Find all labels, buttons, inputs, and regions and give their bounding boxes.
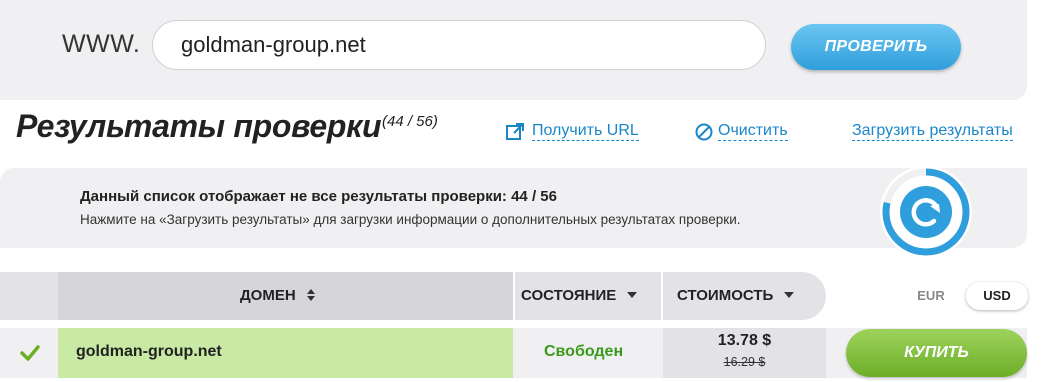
price-column-header[interactable]: СТОИМОСТЬ bbox=[677, 272, 795, 320]
clear-link[interactable]: Очистить bbox=[718, 121, 788, 141]
column-divider bbox=[513, 272, 515, 320]
www-prefix-label: WWW. bbox=[62, 30, 141, 58]
results-count: (44 / 56) bbox=[382, 113, 438, 130]
domain-search-input[interactable] bbox=[152, 20, 766, 70]
external-link-icon[interactable] bbox=[505, 122, 525, 142]
domain-column-label: ДОМЕН bbox=[240, 287, 296, 304]
status-column-label: СОСТОЯНИЕ bbox=[521, 287, 617, 304]
caret-down-icon bbox=[627, 292, 638, 298]
price-column-label: СТОИМОСТЬ bbox=[677, 287, 774, 304]
row-status-badge: Свободен bbox=[544, 343, 624, 360]
load-results-link[interactable]: Загрузить результаты bbox=[852, 121, 1013, 141]
page-title: Результаты проверки bbox=[16, 108, 382, 144]
status-column-header[interactable]: СОСТОЯНИЕ bbox=[521, 272, 638, 320]
clear-circle-icon[interactable] bbox=[694, 122, 714, 142]
row-price: 13.78 $ bbox=[717, 332, 772, 349]
row-old-price-value: 16.29 $ bbox=[723, 355, 766, 369]
currency-eur-toggle[interactable]: EUR bbox=[906, 284, 956, 308]
info-sub-text: Нажмите на «Загрузить результаты» для за… bbox=[80, 212, 741, 227]
domain-column-header[interactable]: ДОМЕН bbox=[240, 272, 316, 320]
row-old-price: 16.29 $ bbox=[663, 355, 826, 369]
info-panel bbox=[0, 168, 1027, 248]
refresh-progress-widget[interactable] bbox=[876, 162, 976, 262]
sort-updown-icon bbox=[306, 289, 315, 301]
currency-usd-toggle[interactable]: USD bbox=[966, 282, 1028, 310]
check-button[interactable]: ПРОВЕРИТЬ bbox=[791, 24, 961, 70]
get-url-link[interactable]: Получить URL bbox=[532, 121, 639, 141]
column-divider bbox=[661, 272, 663, 320]
caret-down-icon bbox=[784, 292, 795, 298]
buy-button[interactable]: КУПИТЬ bbox=[846, 329, 1027, 377]
checkmark-icon[interactable] bbox=[17, 340, 43, 366]
info-main-text: Данный список отображает не все результа… bbox=[80, 188, 557, 205]
row-domain-name: goldman-group.net bbox=[76, 343, 222, 360]
